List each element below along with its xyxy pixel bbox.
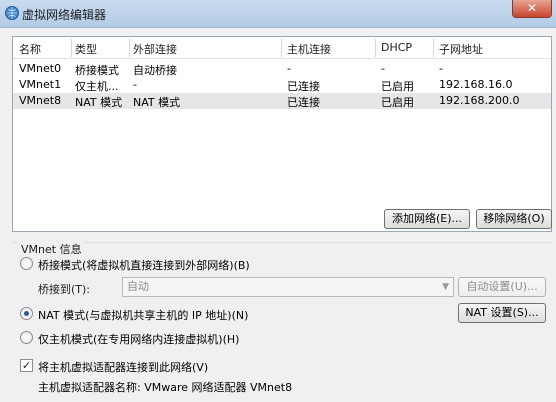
column-header-external[interactable]: 外部连接 [133, 41, 177, 57]
cell-name: VMnet1 [19, 78, 62, 91]
bridge-mode-label[interactable]: 桥接模式(将虚拟机直接连接到外部网络)(B) [38, 257, 250, 273]
cell-name: VMnet0 [19, 62, 62, 75]
network-table[interactable]: 名称 类型 外部连接 主机连接 DHCP 子网地址 VMnet0 桥接模式 自动… [12, 36, 552, 232]
table-header: 名称 类型 外部连接 主机连接 DHCP 子网地址 [13, 37, 551, 59]
cell-type: 仅主机... [75, 80, 119, 93]
column-header-host[interactable]: 主机连接 [287, 41, 331, 57]
group-label: VMnet 信息 [18, 241, 85, 257]
column-header-subnet[interactable]: 子网地址 [439, 41, 483, 57]
cell-host: 已连接 [287, 96, 320, 109]
network-icon [5, 6, 19, 20]
cell-type: NAT 模式 [75, 96, 123, 109]
cell-dhcp: 已启用 [381, 80, 414, 93]
cell-external: 自动桥接 [133, 64, 177, 77]
add-network-button[interactable]: 添加网络(E)... [384, 209, 470, 229]
column-header-dhcp[interactable]: DHCP [381, 41, 412, 54]
connect-adapter-checkbox[interactable]: ✓ [20, 359, 33, 372]
column-header-name[interactable]: 名称 [19, 41, 41, 57]
cell-subnet: 192.168.16.0 [439, 78, 513, 91]
host-only-label[interactable]: 仅主机模式(在专用网络内连接虚拟机)(H) [38, 331, 239, 347]
table-row-selected[interactable]: VMnet8 NAT 模式 NAT 模式 已连接 已启用 192.168.200… [13, 93, 551, 109]
title-bar[interactable]: 虚拟网络编辑器 ✕ [0, 0, 556, 28]
cell-subnet: - [439, 62, 443, 75]
nat-settings-button[interactable]: NAT 设置(S)... [458, 303, 546, 323]
bridge-to-select[interactable]: 自动 ▼ [122, 277, 454, 297]
cell-external: - [133, 78, 137, 91]
chevron-down-icon: ▼ [442, 282, 449, 292]
cell-type: 桥接模式 [75, 64, 119, 77]
window-title: 虚拟网络编辑器 [22, 8, 107, 22]
dialog-content: 名称 类型 外部连接 主机连接 DHCP 子网地址 VMnet0 桥接模式 自动… [8, 28, 556, 400]
adapter-name-label: 主机虚拟适配器名称: VMware 网络适配器 VMnet8 [38, 381, 293, 394]
host-only-radio[interactable] [20, 331, 33, 344]
cell-external: NAT 模式 [133, 96, 181, 109]
auto-settings-button[interactable]: 自动设置(U)... [458, 277, 546, 297]
remove-network-button[interactable]: 移除网络(O) [476, 209, 552, 229]
cell-host: 已连接 [287, 80, 320, 93]
table-row[interactable]: VMnet1 仅主机... - 已连接 已启用 192.168.16.0 [13, 77, 551, 93]
column-header-type[interactable]: 类型 [75, 41, 97, 57]
close-button[interactable]: ✕ [512, 0, 552, 18]
bridge-to-label: 桥接到(T): [38, 283, 91, 296]
cell-host: - [287, 62, 291, 75]
bridge-mode-radio[interactable] [20, 257, 33, 270]
cell-dhcp: - [381, 62, 385, 75]
cell-name: VMnet8 [19, 94, 62, 107]
vmnet-info-group: VMnet 信息 桥接模式(将虚拟机直接连接到外部网络)(B) 桥接到(T): … [12, 241, 552, 402]
table-row[interactable]: VMnet0 桥接模式 自动桥接 - - - [13, 61, 551, 77]
nat-mode-label[interactable]: NAT 模式(与虚拟机共享主机的 IP 地址)(N) [38, 307, 248, 323]
bridge-to-value: 自动 [127, 280, 149, 293]
cell-dhcp: 已启用 [381, 96, 414, 109]
connect-adapter-label[interactable]: 将主机虚拟适配器连接到此网络(V) [38, 359, 208, 375]
nat-mode-radio[interactable] [20, 307, 33, 320]
cell-subnet: 192.168.200.0 [439, 94, 520, 107]
